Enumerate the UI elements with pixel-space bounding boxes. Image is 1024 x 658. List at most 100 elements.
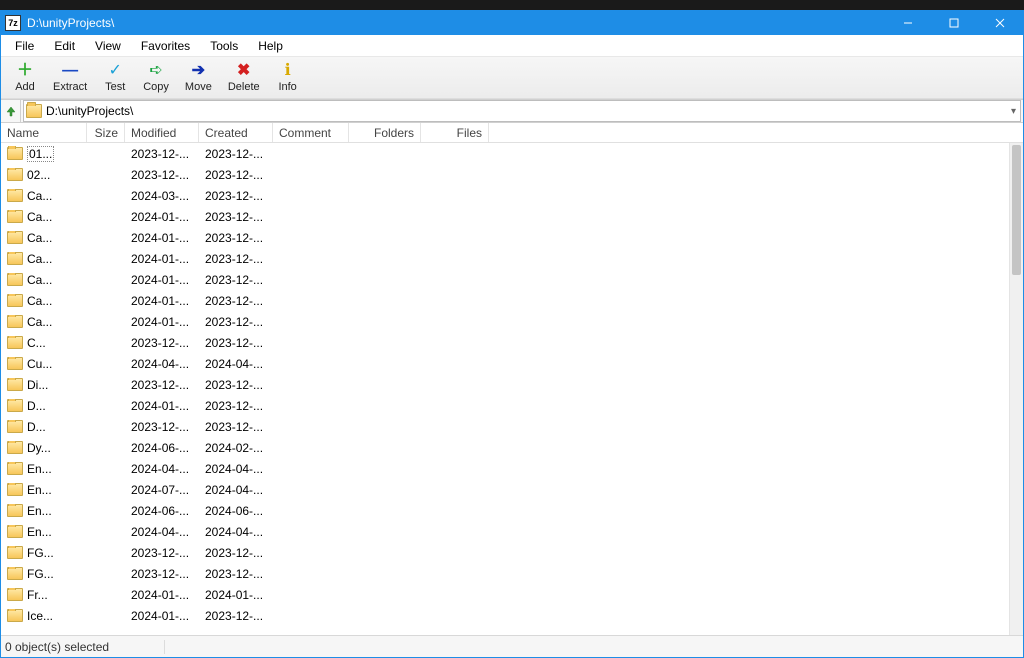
cell-modified: 2024-01-... bbox=[125, 252, 199, 266]
cell-created: 2023-12-... bbox=[199, 210, 273, 224]
cell-created: 2023-12-... bbox=[199, 189, 273, 203]
menu-edit[interactable]: Edit bbox=[44, 37, 85, 55]
scrollbar-thumb[interactable] bbox=[1012, 145, 1021, 275]
table-row[interactable]: Ice...2024-01-...2023-12-... bbox=[1, 605, 1009, 626]
statusbar: 0 object(s) selected bbox=[1, 635, 1023, 657]
column-header-folders[interactable]: Folders bbox=[349, 123, 421, 142]
toolbar-move-button[interactable]: ➔Move bbox=[177, 58, 220, 98]
chevron-down-icon[interactable]: ▾ bbox=[1011, 106, 1016, 117]
folder-icon bbox=[7, 609, 23, 622]
table-row[interactable]: Ca...2024-01-...2023-12-... bbox=[1, 248, 1009, 269]
cell-created: 2023-12-... bbox=[199, 609, 273, 623]
table-row[interactable]: Di...2023-12-...2023-12-... bbox=[1, 374, 1009, 395]
menu-file[interactable]: File bbox=[5, 37, 44, 55]
row-name: Ice... bbox=[27, 609, 53, 623]
file-list[interactable]: 01...2023-12-...2023-12-... 02... 2023-12-… bbox=[1, 143, 1009, 635]
column-header-name[interactable]: Name bbox=[1, 123, 87, 142]
table-row[interactable]: FG...2023-12-...2023-12-... bbox=[1, 542, 1009, 563]
cell-modified: 2023-12-... bbox=[125, 420, 199, 434]
table-row[interactable]: C...2023-12-...2023-12-... bbox=[1, 332, 1009, 353]
table-row[interactable]: Ca...2024-03-...2023-12-... bbox=[1, 185, 1009, 206]
folder-icon bbox=[7, 294, 23, 307]
row-name: D... bbox=[27, 399, 46, 413]
cell-modified: 2024-01-... bbox=[125, 210, 199, 224]
cell-created: 2023-12-... bbox=[199, 273, 273, 287]
table-row[interactable]: 01...2023-12-...2023-12-... bbox=[1, 143, 1009, 164]
test-icon: ✓ bbox=[109, 62, 122, 80]
table-row[interactable]: D...2024-01-...2023-12-... bbox=[1, 395, 1009, 416]
address-input[interactable]: D:\unityProjects\ ▾ bbox=[23, 100, 1021, 122]
toolbar-test-button[interactable]: ✓Test bbox=[95, 58, 135, 98]
cell-name: D... bbox=[1, 420, 87, 434]
table-row[interactable]: FG...2023-12-...2023-12-... bbox=[1, 563, 1009, 584]
cell-created: 2023-12-... bbox=[199, 231, 273, 245]
column-header-comment[interactable]: Comment bbox=[273, 123, 349, 142]
row-name: Cu... bbox=[27, 357, 52, 371]
add-icon: ＋ bbox=[17, 62, 33, 80]
table-row[interactable]: Ca... 2024-01-...2023-12-... bbox=[1, 206, 1009, 227]
folder-icon bbox=[7, 420, 23, 433]
cell-modified: 2023-12-... bbox=[125, 168, 199, 182]
table-row[interactable]: En...2024-04-...2024-04-... bbox=[1, 521, 1009, 542]
menubar: FileEditViewFavoritesToolsHelp bbox=[1, 35, 1023, 57]
column-header-size[interactable]: Size bbox=[87, 123, 125, 142]
table-row[interactable]: Ca...2024-01-...2023-12-... bbox=[1, 227, 1009, 248]
table-row[interactable]: Ca...2024-01-...2023-12-... bbox=[1, 311, 1009, 332]
folder-icon bbox=[7, 210, 23, 223]
row-name: Ca... bbox=[27, 315, 52, 329]
table-row[interactable]: En...2024-04-...2024-04-... bbox=[1, 458, 1009, 479]
cell-created: 2024-06-... bbox=[199, 504, 273, 518]
table-row[interactable]: Dy...2024-06-...2024-02-... bbox=[1, 437, 1009, 458]
table-row[interactable]: En...2024-06-...2024-06-... bbox=[1, 500, 1009, 521]
toolbar-label: Test bbox=[105, 81, 125, 93]
row-name: Ca... bbox=[27, 252, 52, 266]
toolbar-extract-button[interactable]: —Extract bbox=[45, 58, 95, 98]
toolbar-copy-button[interactable]: ➪Copy bbox=[135, 58, 177, 98]
toolbar-delete-button[interactable]: ✖Delete bbox=[220, 58, 268, 98]
cell-created: 2023-12-... bbox=[199, 315, 273, 329]
cell-name: Dy... bbox=[1, 441, 87, 455]
row-name: En... bbox=[27, 525, 52, 539]
maximize-button[interactable] bbox=[931, 11, 977, 35]
cell-created: 2023-12-... bbox=[199, 378, 273, 392]
toolbar-info-button[interactable]: ℹInfo bbox=[268, 58, 308, 98]
folder-icon bbox=[7, 378, 23, 391]
toolbar-add-button[interactable]: ＋Add bbox=[5, 58, 45, 98]
folder-icon bbox=[7, 336, 23, 349]
folder-icon bbox=[7, 546, 23, 559]
cell-created: 2024-02-... bbox=[199, 441, 273, 455]
table-row[interactable]: Ca...2024-01-...2023-12-... bbox=[1, 290, 1009, 311]
column-header-filler bbox=[489, 123, 1023, 142]
addressbar: D:\unityProjects\ ▾ bbox=[1, 99, 1023, 123]
table-row[interactable]: 02...2023-12-...2023-12-... bbox=[1, 164, 1009, 185]
row-name: D... bbox=[27, 420, 46, 434]
folder-icon bbox=[7, 588, 23, 601]
table-row[interactable]: Cu... 2024-04-...2024-04-... bbox=[1, 353, 1009, 374]
menu-tools[interactable]: Tools bbox=[200, 37, 248, 55]
row-name: Ca... bbox=[27, 231, 52, 245]
vertical-scrollbar[interactable] bbox=[1009, 143, 1023, 635]
cell-modified: 2024-04-... bbox=[125, 357, 199, 371]
move-icon: ➔ bbox=[192, 62, 205, 80]
cell-name: En... bbox=[1, 483, 87, 497]
table-row[interactable]: D...2023-12-...2023-12-... bbox=[1, 416, 1009, 437]
menu-view[interactable]: View bbox=[85, 37, 131, 55]
up-button[interactable] bbox=[1, 100, 21, 122]
table-row[interactable]: En...2024-07-...2024-04-... bbox=[1, 479, 1009, 500]
column-header-files[interactable]: Files bbox=[421, 123, 489, 142]
cell-created: 2024-01-... bbox=[199, 588, 273, 602]
table-row[interactable]: Fr...2024-01-...2024-01-... bbox=[1, 584, 1009, 605]
column-header-created[interactable]: Created bbox=[199, 123, 273, 142]
column-header-modified[interactable]: Modified bbox=[125, 123, 199, 142]
close-button[interactable] bbox=[977, 11, 1023, 35]
cell-name: Ca... bbox=[1, 210, 87, 224]
menu-help[interactable]: Help bbox=[248, 37, 293, 55]
minimize-button[interactable] bbox=[885, 11, 931, 35]
menu-favorites[interactable]: Favorites bbox=[131, 37, 200, 55]
titlebar[interactable]: 7z D:\unityProjects\ bbox=[1, 11, 1023, 35]
table-row[interactable]: Ca...2024-01-...2023-12-... bbox=[1, 269, 1009, 290]
cell-name: Ca... bbox=[1, 273, 87, 287]
row-name: 02... bbox=[27, 168, 50, 182]
cell-created: 2024-04-... bbox=[199, 357, 273, 371]
folder-icon bbox=[26, 104, 42, 118]
